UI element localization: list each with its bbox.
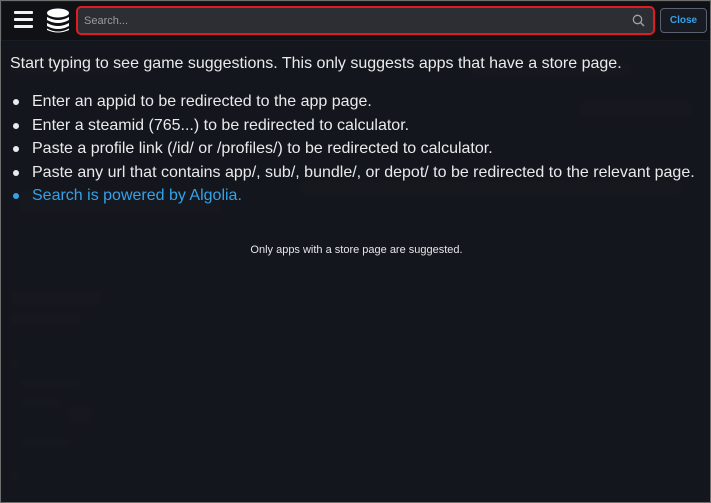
top-bar: Close (2, 2, 710, 40)
tips-list: Enter an appid to be redirected to the a… (10, 90, 702, 208)
magnifier-icon (632, 14, 645, 27)
algolia-link[interactable]: Search is powered by Algolia. (32, 187, 242, 204)
tip-steamid: Enter a steamid (765...) to be redirecte… (10, 114, 702, 138)
search-overlay-window: Close Start typing to see game suggestio… (0, 0, 711, 503)
steamdb-logo-icon[interactable] (44, 7, 72, 35)
search-input[interactable] (84, 11, 624, 31)
close-button[interactable]: Close (660, 8, 707, 33)
tip-algolia: Search is powered by Algolia. (10, 184, 702, 208)
intro-text: Start typing to see game suggestions. Th… (10, 55, 622, 72)
tip-appid: Enter an appid to be redirected to the a… (10, 90, 702, 114)
hamburger-menu-icon[interactable] (14, 11, 34, 29)
tip-url: Paste any url that contains app/, sub/, … (10, 161, 702, 185)
search-box (76, 6, 655, 35)
suggestions-note: Only apps with a store page are suggeste… (250, 244, 463, 256)
tip-profile-link: Paste a profile link (/id/ or /profiles/… (10, 137, 702, 161)
